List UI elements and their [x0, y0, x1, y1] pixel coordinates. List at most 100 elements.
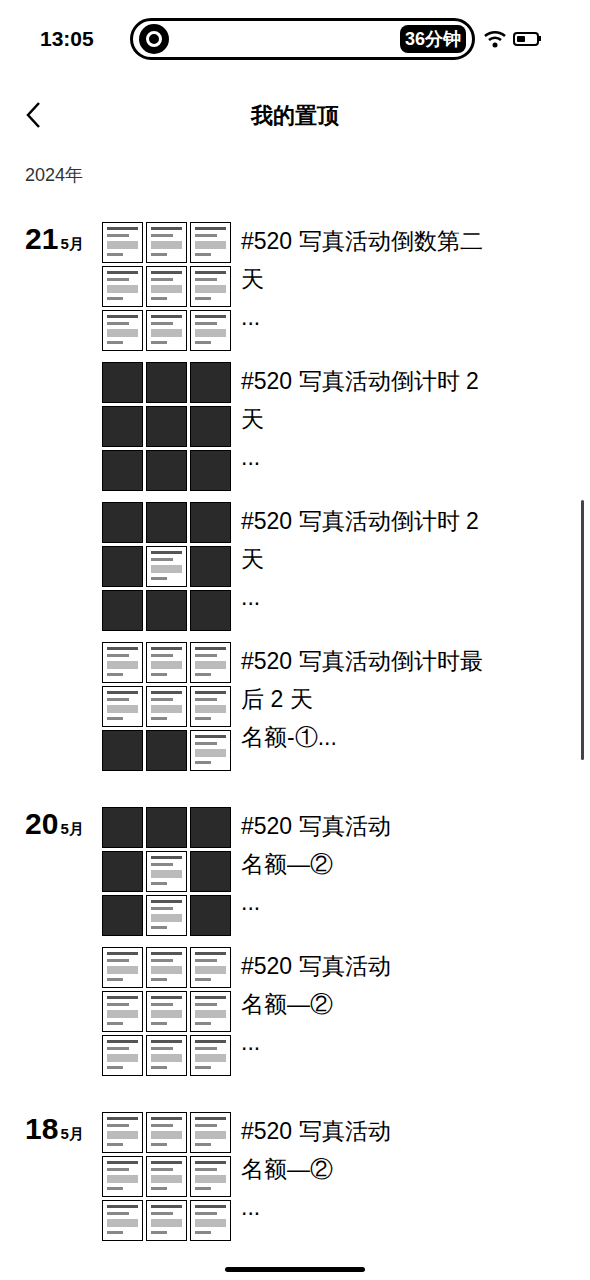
thumbnail-grid [102, 362, 231, 491]
timer-badge: 36分钟 [400, 25, 466, 53]
thumbnail-screenshot[interactable] [190, 991, 231, 1032]
entry-text-line: #520 写真活动倒计时 2 [241, 362, 580, 400]
entry-text: #520 写真活动名额—②... [231, 807, 590, 921]
thumbnail-photo[interactable] [102, 502, 143, 543]
thumbnail-photo[interactable] [146, 502, 187, 543]
entry-text-line: #520 写真活动 [241, 947, 580, 985]
thumbnail-grid [102, 222, 231, 351]
wifi-icon [483, 29, 507, 49]
thumbnail-photo[interactable] [102, 730, 143, 771]
thumbnail-photo[interactable] [102, 450, 143, 491]
thumbnail-photo[interactable] [102, 590, 143, 631]
pinned-entry[interactable]: #520 写真活动名额—②... [102, 947, 590, 1077]
thumbnail-photo[interactable] [190, 807, 231, 848]
thumbnail-screenshot[interactable] [102, 222, 143, 263]
thumbnail-photo[interactable] [146, 450, 187, 491]
entry-text: #520 写真活动倒数第二天... [231, 222, 590, 336]
entry-text-line: 天 [241, 260, 580, 298]
thumbnail-screenshot[interactable] [190, 1035, 231, 1076]
thumbnail-screenshot[interactable] [146, 991, 187, 1032]
entry-text: #520 写真活动名额—②... [231, 947, 590, 1061]
entry-text: #520 写真活动名额—②... [231, 1112, 590, 1226]
thumbnail-screenshot[interactable] [146, 546, 187, 587]
thumbnail-screenshot[interactable] [146, 642, 187, 683]
thumbnail-screenshot[interactable] [190, 686, 231, 727]
thumbnail-photo[interactable] [190, 851, 231, 892]
status-time: 13:05 [40, 23, 130, 55]
thumbnail-screenshot[interactable] [102, 947, 143, 988]
dynamic-island[interactable]: 36分钟 [130, 18, 475, 60]
thumbnail-screenshot[interactable] [102, 266, 143, 307]
thumbnail-screenshot[interactable] [146, 686, 187, 727]
thumbnail-photo[interactable] [102, 851, 143, 892]
thumbnail-photo[interactable] [146, 730, 187, 771]
thumbnail-screenshot[interactable] [146, 310, 187, 351]
thumbnail-screenshot[interactable] [102, 991, 143, 1032]
thumbnail-screenshot[interactable] [102, 1156, 143, 1197]
pinned-entry[interactable]: #520 写真活动倒计时最后 2 天名额-①... [102, 642, 590, 772]
pinned-entry[interactable]: #520 写真活动倒数第二天... [102, 222, 590, 352]
thumbnail-grid [102, 1112, 231, 1241]
entry-text: #520 写真活动倒计时最后 2 天名额-①... [231, 642, 590, 756]
thumbnail-screenshot[interactable] [102, 642, 143, 683]
thumbnail-screenshot[interactable] [190, 222, 231, 263]
thumbnail-screenshot[interactable] [190, 1112, 231, 1153]
thumbnail-screenshot[interactable] [146, 1035, 187, 1076]
thumbnail-screenshot[interactable] [102, 1112, 143, 1153]
thumbnail-photo[interactable] [146, 406, 187, 447]
thumbnail-screenshot[interactable] [190, 1200, 231, 1241]
entry-text-line: 天 [241, 400, 580, 438]
entry-text-line: ... [241, 438, 580, 476]
thumbnail-screenshot[interactable] [102, 310, 143, 351]
thumbnail-screenshot[interactable] [190, 266, 231, 307]
thumbnail-screenshot[interactable] [146, 851, 187, 892]
thumbnail-photo[interactable] [190, 406, 231, 447]
thumbnail-photo[interactable] [102, 895, 143, 936]
thumbnail-photo[interactable] [146, 590, 187, 631]
thumbnail-screenshot[interactable] [190, 730, 231, 771]
thumbnail-grid [102, 502, 231, 631]
thumbnail-screenshot[interactable] [146, 222, 187, 263]
thumbnail-screenshot[interactable] [146, 1112, 187, 1153]
entry-text-line: 后 2 天 [241, 680, 580, 718]
back-icon[interactable] [25, 101, 41, 129]
thumbnail-photo[interactable] [102, 362, 143, 403]
thumbnail-photo[interactable] [102, 546, 143, 587]
thumbnail-screenshot[interactable] [190, 642, 231, 683]
thumbnail-photo[interactable] [190, 362, 231, 403]
year-label: 2024年 [0, 155, 590, 195]
pinned-entry[interactable]: #520 写真活动倒计时 2天... [102, 362, 590, 492]
entry-text-line: #520 写真活动 [241, 1112, 580, 1150]
nav-bar: 我的置顶 [0, 75, 590, 155]
thumbnail-photo[interactable] [102, 807, 143, 848]
date-label: 215月 [0, 222, 102, 254]
thumbnail-screenshot[interactable] [190, 310, 231, 351]
thumbnail-photo[interactable] [190, 450, 231, 491]
pinned-entry[interactable]: #520 写真活动倒计时 2天... [102, 502, 590, 632]
thumbnail-screenshot[interactable] [102, 686, 143, 727]
entry-text-line: 天 [241, 540, 580, 578]
pinned-entry[interactable]: #520 写真活动名额—②... [102, 1112, 590, 1242]
entry-text-line: #520 写真活动倒计时 2 [241, 502, 580, 540]
thumbnail-photo[interactable] [146, 362, 187, 403]
thumbnail-screenshot[interactable] [102, 1200, 143, 1241]
entry-text-line: 名额—② [241, 1150, 580, 1188]
entry-text-line: 名额—② [241, 845, 580, 883]
thumbnail-screenshot[interactable] [146, 266, 187, 307]
thumbnail-screenshot[interactable] [102, 1035, 143, 1076]
pinned-entry[interactable]: #520 写真活动名额—②... [102, 807, 590, 937]
thumbnail-screenshot[interactable] [146, 1200, 187, 1241]
thumbnail-screenshot[interactable] [190, 1156, 231, 1197]
thumbnail-photo[interactable] [146, 807, 187, 848]
thumbnail-photo[interactable] [190, 895, 231, 936]
thumbnail-photo[interactable] [190, 590, 231, 631]
thumbnail-screenshot[interactable] [190, 947, 231, 988]
thumbnail-photo[interactable] [190, 546, 231, 587]
thumbnail-screenshot[interactable] [146, 1156, 187, 1197]
thumbnail-grid [102, 642, 231, 771]
thumbnail-screenshot[interactable] [146, 895, 187, 936]
thumbnail-photo[interactable] [102, 406, 143, 447]
thumbnail-photo[interactable] [190, 502, 231, 543]
entry-text-line: ... [241, 578, 580, 616]
thumbnail-screenshot[interactable] [146, 947, 187, 988]
